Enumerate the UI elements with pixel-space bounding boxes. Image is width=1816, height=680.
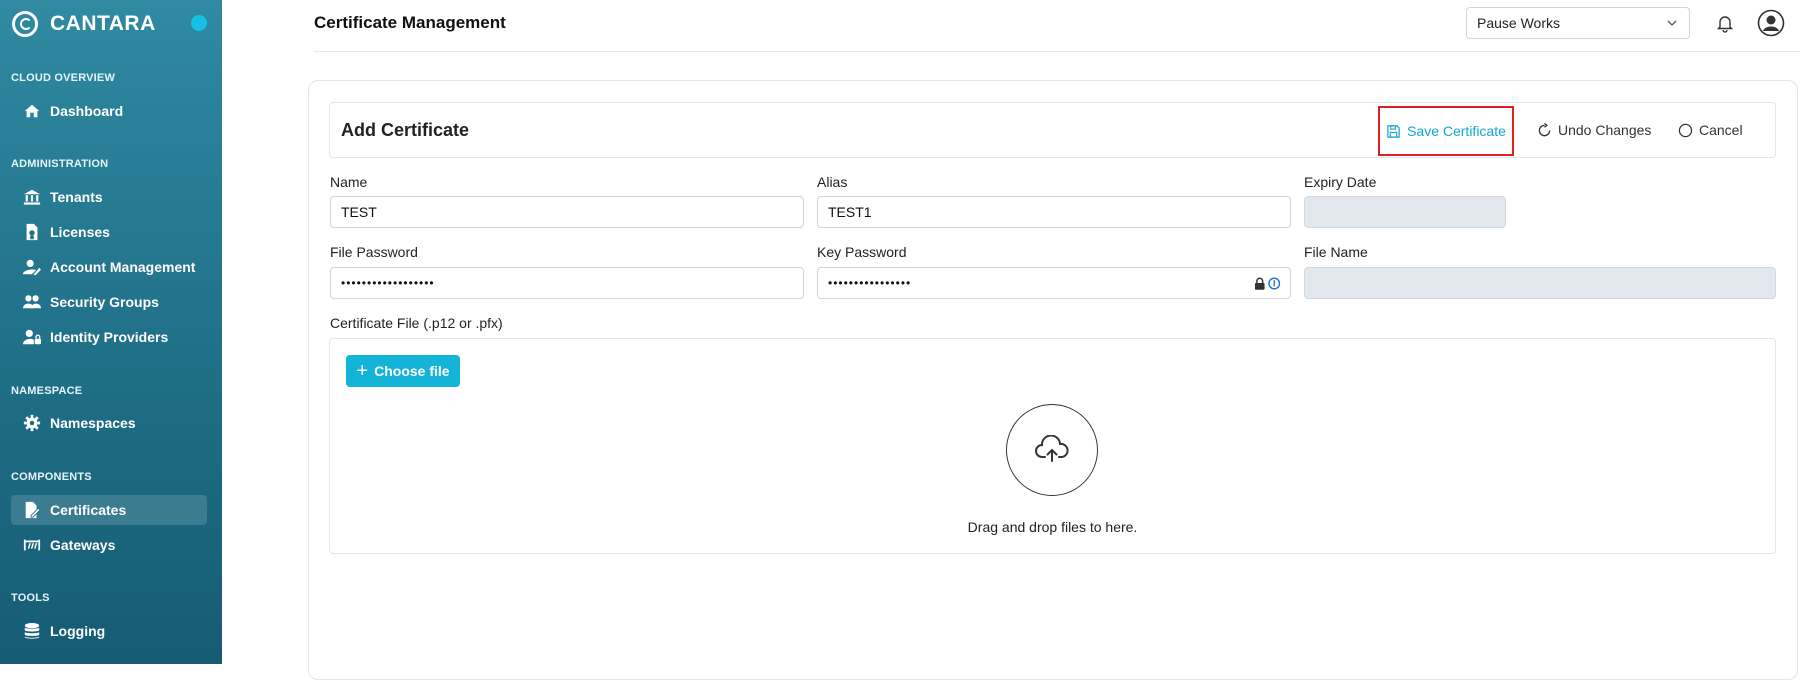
choose-file-button[interactable]: + Choose file (346, 355, 460, 387)
section-namespace: NAMESPACE (11, 385, 83, 397)
section-cloud-overview: CLOUD OVERVIEW (11, 72, 116, 84)
section-administration: ADMINISTRATION (11, 158, 109, 170)
alias-field[interactable]: TEST1 (817, 196, 1291, 228)
drop-hint-text: Drag and drop files to here. (967, 519, 1138, 535)
alias-value: TEST1 (828, 204, 872, 220)
file-password-value: •••••••••••••••••• (341, 276, 435, 290)
certificate-file-label: Certificate File (.p12 or .pfx) (330, 315, 503, 331)
user-avatar-icon[interactable] (1757, 9, 1785, 37)
name-label: Name (330, 174, 368, 190)
bell-icon[interactable] (1714, 12, 1736, 34)
name-value: TEST (341, 204, 377, 220)
certificate-icon (22, 500, 42, 520)
expiry-date-label: Expiry Date (1304, 174, 1377, 190)
gateway-icon (22, 535, 42, 555)
sidebar-item-label: Account Management (50, 259, 196, 275)
sidebar-item-label: Certificates (50, 502, 127, 518)
undo-changes-button[interactable]: Undo Changes (1537, 117, 1651, 143)
brand-name: CANTARA (50, 12, 156, 35)
upload-dropzone[interactable]: + Choose file Drag and drop files to her… (329, 338, 1776, 554)
sidebar-item-logging[interactable]: Logging (11, 616, 207, 646)
sidebar-item-label: Gateways (50, 537, 116, 553)
sidebar-item-label: Dashboard (50, 103, 124, 119)
sidebar-item-account-management[interactable]: Account Management (11, 252, 207, 282)
sidebar-item-label: Identity Providers (50, 329, 169, 345)
undo-changes-label: Undo Changes (1558, 122, 1652, 138)
file-password-label: File Password (330, 244, 418, 260)
bank-icon (22, 187, 42, 207)
sidebar-item-security-groups[interactable]: Security Groups (11, 287, 207, 317)
database-icon (22, 621, 42, 641)
sidebar-item-gateways[interactable]: Gateways (11, 530, 207, 560)
sidebar-item-label: Namespaces (50, 415, 136, 431)
form-header: Add Certificate Save Certificate Undo Ch… (329, 102, 1776, 158)
sidebar-item-label: Security Groups (50, 294, 159, 310)
file-name-field (1304, 267, 1776, 299)
sidebar-item-label: Tenants (50, 189, 103, 205)
license-icon (22, 222, 42, 242)
tenant-select-value: Pause Works (1477, 15, 1560, 31)
file-name-label: File Name (1304, 244, 1368, 260)
form-title: Add Certificate (341, 120, 470, 140)
cancel-button[interactable]: Cancel (1678, 117, 1743, 143)
password-manager-icon[interactable] (1254, 277, 1280, 291)
save-certificate-button[interactable]: Save Certificate (1378, 106, 1514, 156)
sidebar-item-dashboard[interactable]: Dashboard (11, 96, 207, 126)
section-components: COMPONENTS (11, 471, 92, 483)
save-certificate-label: Save Certificate (1407, 123, 1506, 139)
page-title: Certificate Management (314, 13, 506, 32)
undo-icon (1538, 122, 1551, 136)
tenant-select[interactable]: Pause Works (1466, 7, 1690, 39)
home-icon (22, 101, 42, 121)
users-icon (22, 292, 42, 312)
section-tools: TOOLS (11, 592, 50, 604)
sidebar-item-label: Logging (50, 623, 106, 639)
user-lock-icon (22, 327, 42, 347)
sidebar-item-label: Licenses (50, 224, 110, 240)
cancel-icon (1678, 123, 1693, 137)
sidebar: CANTARA CLOUD OVERVIEW Dashboard ADMINIS… (0, 0, 222, 664)
sidebar-item-tenants[interactable]: Tenants (11, 182, 207, 212)
expiry-date-field (1304, 196, 1506, 228)
plus-icon: + (356, 360, 369, 382)
topbar: Certificate Management Pause Works (314, 0, 1800, 52)
status-dot (191, 15, 207, 31)
chevron-down-icon (1667, 20, 1677, 26)
alias-label: Alias (817, 174, 848, 190)
file-password-field[interactable]: •••••••••••••••••• (330, 267, 804, 299)
gear-icon (22, 413, 42, 433)
choose-file-label: Choose file (374, 363, 450, 379)
sidebar-item-licenses[interactable]: Licenses (11, 217, 207, 247)
key-password-label: Key Password (817, 244, 907, 260)
key-password-value: •••••••••••••••• (828, 276, 912, 290)
cloud-upload-icon (1006, 404, 1098, 496)
save-icon (1387, 124, 1400, 138)
name-field[interactable]: TEST (330, 196, 804, 228)
cantara-logo-icon (12, 11, 38, 37)
sidebar-item-namespaces[interactable]: Namespaces (11, 408, 207, 438)
sidebar-item-identity-providers[interactable]: Identity Providers (11, 322, 207, 352)
brand[interactable]: CANTARA (12, 10, 156, 38)
key-password-field[interactable]: •••••••••••••••• (817, 267, 1291, 299)
user-edit-icon (22, 257, 42, 277)
cancel-label: Cancel (1699, 122, 1743, 138)
sidebar-item-certificates[interactable]: Certificates (11, 495, 207, 525)
